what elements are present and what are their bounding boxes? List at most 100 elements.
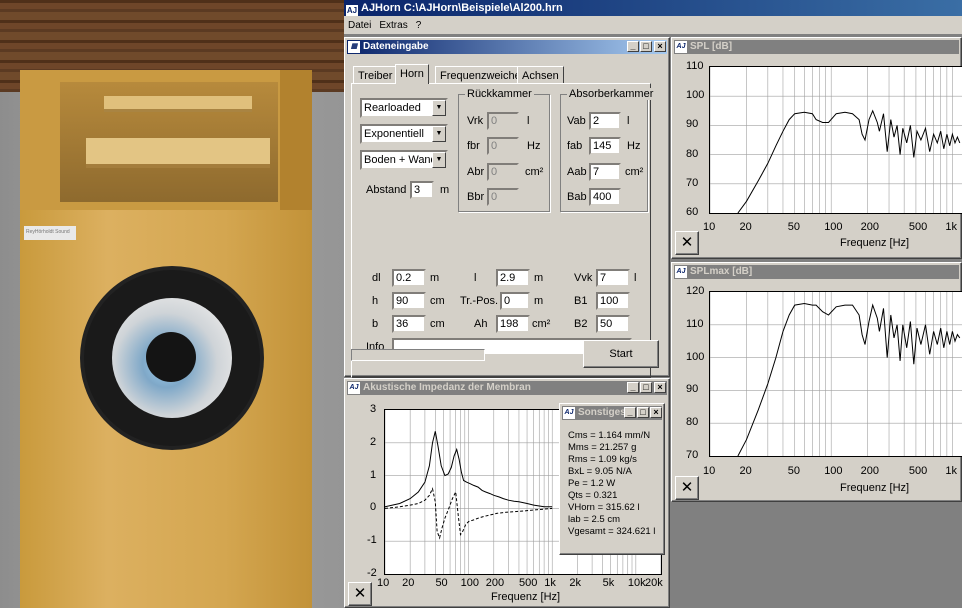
y-tick-label: 2 <box>370 435 377 448</box>
abr-field[interactable]: 0 <box>487 163 519 181</box>
aab-field[interactable]: 7 <box>589 163 621 181</box>
x-tick-label: 200 <box>485 577 505 589</box>
placement-select[interactable]: Boden + Wand ▼ <box>360 150 448 170</box>
close-button[interactable]: × <box>654 41 666 52</box>
y-tick-label: -1 <box>367 534 377 547</box>
app-title: AJHorn C:\AJHorn\Beispiele\Al200.hrn <box>361 2 563 14</box>
spl-close-button[interactable]: ✕ <box>675 231 699 255</box>
splmax-window: AJ SPLmax [dB] 120 110 100 90 80 70 10 20 50 100 2… <box>671 262 962 502</box>
b2-label: B2 <box>574 318 588 330</box>
impedanz-title: Akustische Impedanz der Membran <box>363 382 531 393</box>
dust-cap <box>146 332 196 382</box>
maximize-button[interactable]: □ <box>637 407 649 418</box>
x-tick-label: 10 <box>703 221 716 233</box>
rueckkammer-group: Rückkammer Vrk 0 l fbr 0 Hz Abr 0 cm² Bb… <box>458 88 550 212</box>
tr-pos-label: Tr.-Pos. <box>460 295 499 307</box>
horn-profile-select[interactable]: Exponentiell ▼ <box>360 124 448 144</box>
sonstiges-line: Mms = 21.257 g <box>568 442 637 453</box>
cabinet-label: ReyHörholdt Sound <box>24 226 76 240</box>
x-tick-label: 5k <box>602 577 615 589</box>
dateneingabe-title: Dateneingabe <box>363 41 429 52</box>
y-tick-label: 110 <box>686 60 704 72</box>
app-logo-icon: AJ <box>346 5 358 16</box>
bbr-label: Bbr <box>467 191 485 203</box>
aab-label: Aab <box>567 166 587 178</box>
vrk-field[interactable]: 0 <box>487 112 519 130</box>
chevron-down-icon[interactable]: ▼ <box>432 100 446 116</box>
absorberkammer-group: Absorberkammer Vab 2 l fab 145 Hz Aab 7 … <box>560 88 656 212</box>
x-tick-label: 50 <box>787 221 800 233</box>
l-field[interactable]: 2.9 <box>496 269 530 287</box>
x-tick-label: 50 <box>787 465 800 477</box>
vvk-label: Vvk <box>574 272 593 284</box>
sonstiges-line: Rms = 1.09 kg/s <box>568 454 637 465</box>
fbr-label: fbr <box>467 140 480 152</box>
horn-board <box>104 96 252 112</box>
close-button[interactable]: × <box>654 382 666 393</box>
tab-achsen[interactable]: Achsen <box>517 66 564 84</box>
sonstiges-line: Cms = 1.164 mm/N <box>568 430 651 441</box>
vab-field[interactable]: 2 <box>589 112 621 130</box>
rueckkammer-title: Rückkammer <box>465 88 534 100</box>
menu-extras[interactable]: Extras <box>379 20 407 31</box>
dl-field[interactable]: 0.2 <box>392 269 426 287</box>
x-tick-label: 500 <box>908 221 928 233</box>
dl-unit: m <box>430 272 440 284</box>
splmax-close-button[interactable]: ✕ <box>675 476 699 500</box>
minimize-button[interactable]: _ <box>627 41 639 52</box>
x-tick-label: 1k <box>945 465 958 477</box>
x-tick-label: 20 <box>739 221 752 233</box>
tab-frequenzweiche[interactable]: Frequenzweiche <box>435 66 526 84</box>
impedanz-close-button[interactable]: ✕ <box>348 582 372 606</box>
ah-field[interactable]: 198 <box>496 315 530 333</box>
x-tick-label: 10 <box>703 465 716 477</box>
vvk-field[interactable]: 7 <box>596 269 630 287</box>
minimize-button[interactable]: _ <box>627 382 639 393</box>
horn-tab-panel: Rearloaded ▼ Exponentiell ▼ Boden + Wand ▼ … <box>351 83 656 378</box>
b2-field[interactable]: 50 <box>596 315 630 333</box>
menu-datei[interactable]: Datei <box>348 20 371 31</box>
x-tick-label: 100 <box>824 221 843 233</box>
x-tick-label: 2k <box>569 577 581 589</box>
dateneingabe-window: ▦ Dateneingabe _ □ × Treiber Horn Frequen… <box>344 37 670 378</box>
chevron-down-icon[interactable]: ▼ <box>432 152 446 168</box>
h-field[interactable]: 90 <box>392 292 426 310</box>
x-tick-label: 100 <box>824 465 843 477</box>
b-field[interactable]: 36 <box>392 315 426 333</box>
tab-horn[interactable]: Horn <box>395 64 429 84</box>
abstand-label: Abstand <box>366 184 407 196</box>
fab-field[interactable]: 145 <box>589 137 621 155</box>
bbr-field[interactable]: 0 <box>487 188 519 206</box>
start-button[interactable]: Start <box>583 340 659 368</box>
b1-field[interactable]: 100 <box>596 292 630 310</box>
close-button[interactable]: × <box>650 407 662 418</box>
tab-treiber[interactable]: Treiber <box>353 66 398 84</box>
maximize-button[interactable]: □ <box>640 382 652 393</box>
bab-field[interactable]: 400 <box>589 188 621 206</box>
maximize-button[interactable]: □ <box>640 41 652 52</box>
tr-pos-field[interactable]: 0 <box>500 292 530 310</box>
x-tick-label: 500 <box>519 577 538 589</box>
horn-board <box>86 138 270 168</box>
bab-label: Bab <box>567 191 587 203</box>
fbr-field[interactable]: 0 <box>487 137 519 155</box>
sonstiges-line: BxL = 9.05 N/A <box>568 466 632 477</box>
horn-type-value: Rearloaded <box>364 102 421 114</box>
x-tick-label: 20k <box>645 577 663 589</box>
horn-type-select[interactable]: Rearloaded ▼ <box>360 98 448 118</box>
abr-unit: cm² <box>525 166 544 178</box>
abstand-unit: m <box>440 184 450 196</box>
minimize-button[interactable]: _ <box>624 407 636 418</box>
chevron-down-icon[interactable]: ▼ <box>432 126 446 142</box>
y-tick-label: 100 <box>686 350 705 363</box>
cabinet-side <box>280 70 312 210</box>
x-tick-label: 200 <box>860 221 880 233</box>
abstand-field[interactable]: 3 <box>410 181 434 199</box>
splmax-chart <box>709 292 962 457</box>
dl-label: dl <box>372 272 381 284</box>
tr-pos-unit: m <box>534 295 544 307</box>
y-tick-label: 1 <box>370 468 377 481</box>
fbr-unit: Hz <box>527 140 541 152</box>
fab-unit: Hz <box>627 140 641 152</box>
menu-help[interactable]: ? <box>416 20 422 31</box>
